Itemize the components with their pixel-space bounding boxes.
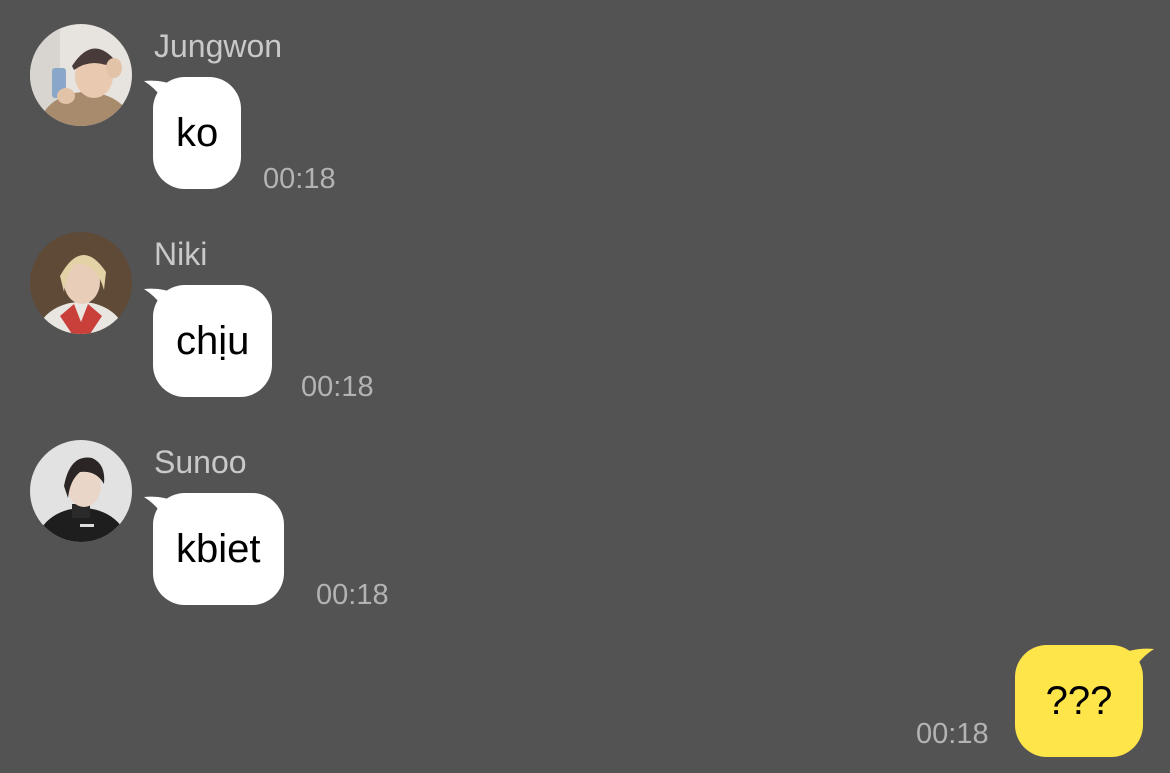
- sender-name: Niki: [154, 236, 208, 272]
- avatar[interactable]: [30, 24, 132, 126]
- message-bubble[interactable]: kbiet: [153, 493, 284, 605]
- message-time: 00:18: [316, 579, 389, 611]
- message-time: 00:18: [301, 371, 374, 403]
- avatar[interactable]: [30, 440, 132, 542]
- message-bubble[interactable]: ko: [153, 77, 242, 189]
- avatar-image: [30, 440, 132, 542]
- message-bubble[interactable]: chịu: [153, 285, 273, 397]
- sender-name: Sunoo: [154, 444, 247, 480]
- sender-name: Jungwon: [154, 28, 283, 64]
- chat-room: Jungwon ko 00:18 Niki chịu 00:18 Sunoo k…: [0, 0, 1170, 773]
- avatar-image: [30, 24, 132, 126]
- my-message-time: 00:18: [916, 718, 989, 750]
- message-time: 00:18: [263, 163, 336, 195]
- my-message-bubble[interactable]: ???: [1015, 645, 1143, 757]
- avatar-image: [30, 232, 132, 334]
- avatar[interactable]: [30, 232, 132, 334]
